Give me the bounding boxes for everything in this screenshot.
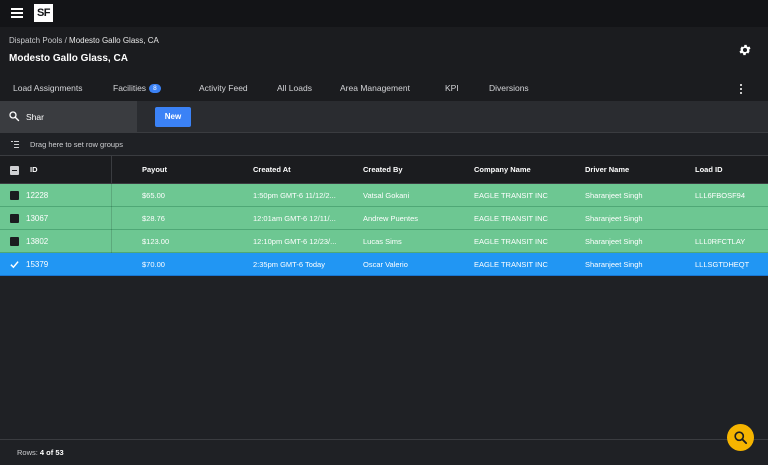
- grid-footer: Rows: 4 of 53: [0, 439, 768, 465]
- new-button[interactable]: New: [155, 107, 191, 127]
- cell-created-at: 12:01am GMT-6 12/11/...: [253, 214, 336, 223]
- menu-icon[interactable]: [11, 8, 23, 18]
- tab-kpi[interactable]: KPI: [445, 83, 459, 93]
- row-count-value: 4 of 53: [39, 448, 64, 457]
- data-grid: Drag here to set row groups ID Payout Cr…: [0, 132, 768, 465]
- breadcrumb-current: Modesto Gallo Glass, CA: [69, 36, 159, 45]
- tab-label: Area Management: [340, 83, 410, 93]
- row-group-hint: Drag here to set row groups: [30, 140, 123, 149]
- cell-load-id: LLL0RFCTLAY: [695, 237, 746, 246]
- cell-created-by: Lucas Sims: [363, 237, 402, 246]
- cell-id: 12228: [26, 191, 49, 200]
- gear-icon[interactable]: [738, 43, 752, 57]
- cell-payout: $70.00: [142, 260, 165, 269]
- table-row[interactable]: 13802 $123.00 12:10pm GMT-6 12/23/... Lu…: [0, 230, 768, 253]
- table-row[interactable]: 13067 $28.76 12:01am GMT-6 12/11/... And…: [0, 207, 768, 230]
- page-title: Modesto Gallo Glass, CA: [9, 53, 128, 64]
- cell-payout: $123.00: [142, 237, 170, 246]
- tab-bar: Load Assignments Facilities 8 Activity Fe…: [0, 77, 768, 101]
- cell-created-by: Vatsal Gokani: [363, 191, 410, 200]
- row-count: Rows: 4 of 53: [17, 448, 64, 457]
- column-header-id[interactable]: ID: [30, 165, 38, 174]
- facilities-count-badge: 8: [149, 84, 161, 93]
- column-header-created-at[interactable]: Created At: [253, 165, 291, 174]
- zoom-search-button[interactable]: [727, 424, 754, 451]
- cell-company: EAGLE TRANSIT INC: [474, 191, 548, 200]
- column-header-payout[interactable]: Payout: [142, 165, 167, 174]
- cell-load-id: LLL6FBOSF94: [695, 191, 746, 200]
- tab-load-assignments[interactable]: Load Assignments: [13, 83, 82, 93]
- tab-label: KPI: [445, 83, 459, 93]
- grid-toolbar: New: [0, 101, 768, 132]
- cell-payout: $28.76: [142, 214, 165, 223]
- column-divider: [111, 156, 112, 184]
- cell-driver: Sharanjeet Singh: [585, 214, 643, 223]
- cell-id: 13067: [26, 214, 49, 223]
- column-header-created-by[interactable]: Created By: [363, 165, 403, 174]
- cell-created-at: 2:35pm GMT-6 Today: [253, 260, 325, 269]
- select-all-checkbox[interactable]: [10, 166, 19, 175]
- tab-label: All Loads: [277, 83, 312, 93]
- row-count-label: Rows:: [17, 448, 40, 457]
- row-checkbox[interactable]: [10, 237, 19, 246]
- check-icon[interactable]: [10, 260, 19, 269]
- tab-activity-feed[interactable]: Activity Feed: [199, 83, 248, 93]
- cell-driver: Sharanjeet Singh: [585, 260, 643, 269]
- cell-company: EAGLE TRANSIT INC: [474, 260, 548, 269]
- tab-label: Diversions: [489, 83, 529, 93]
- row-checkbox[interactable]: [10, 191, 19, 200]
- column-header-company-name[interactable]: Company Name: [474, 165, 531, 174]
- cell-created-at: 1:50pm GMT-6 11/12/2...: [253, 191, 336, 200]
- tab-label: Activity Feed: [199, 83, 248, 93]
- breadcrumb: Dispatch Pools / Modesto Gallo Glass, CA: [9, 36, 159, 45]
- cell-driver: Sharanjeet Singh: [585, 237, 643, 246]
- cell-load-id: LLLSGTDHEQT: [695, 260, 750, 269]
- search-field: [0, 101, 137, 132]
- cell-driver: Sharanjeet Singh: [585, 191, 643, 200]
- tab-all-loads[interactable]: All Loads: [277, 83, 312, 93]
- column-divider: [111, 230, 112, 253]
- row-checkbox[interactable]: [10, 214, 19, 223]
- tab-label: Load Assignments: [13, 83, 83, 93]
- column-header-driver-name[interactable]: Driver Name: [585, 165, 629, 174]
- table-row[interactable]: 12228 $65.00 1:50pm GMT-6 11/12/2... Vat…: [0, 184, 768, 207]
- row-group-icon: [11, 141, 19, 148]
- tab-facilities[interactable]: Facilities 8: [113, 83, 161, 93]
- zoom-search-icon: [734, 431, 748, 445]
- search-icon: [9, 111, 20, 122]
- tab-area-management[interactable]: Area Management: [340, 83, 410, 93]
- cell-created-at: 12:10pm GMT-6 12/23/...: [253, 237, 337, 246]
- cell-payout: $65.00: [142, 191, 165, 200]
- cell-company: EAGLE TRANSIT INC: [474, 214, 548, 223]
- column-divider: [111, 207, 112, 230]
- more-vertical-icon[interactable]: [739, 84, 743, 96]
- column-divider: [111, 184, 112, 207]
- cell-id: 13802: [26, 237, 49, 246]
- search-input[interactable]: [26, 110, 126, 124]
- cell-id: 15379: [26, 260, 49, 269]
- cell-created-by: Andrew Puentes: [363, 214, 419, 223]
- row-group-panel[interactable]: Drag here to set row groups: [0, 133, 768, 156]
- tab-diversions[interactable]: Diversions: [489, 83, 529, 93]
- table-row-selected[interactable]: 15379 $70.00 2:35pm GMT-6 Today Oscar Va…: [0, 253, 768, 276]
- column-header-load-id[interactable]: Load ID: [695, 165, 723, 174]
- table-header: ID Payout Created At Created By Company …: [0, 156, 768, 184]
- cell-created-by: Oscar Valerio: [363, 260, 408, 269]
- app-logo[interactable]: SF: [34, 4, 53, 22]
- breadcrumb-root[interactable]: Dispatch Pools: [9, 36, 62, 45]
- tab-label: Facilities: [113, 83, 147, 93]
- cell-company: EAGLE TRANSIT INC: [474, 237, 548, 246]
- top-app-bar: SF: [0, 0, 768, 27]
